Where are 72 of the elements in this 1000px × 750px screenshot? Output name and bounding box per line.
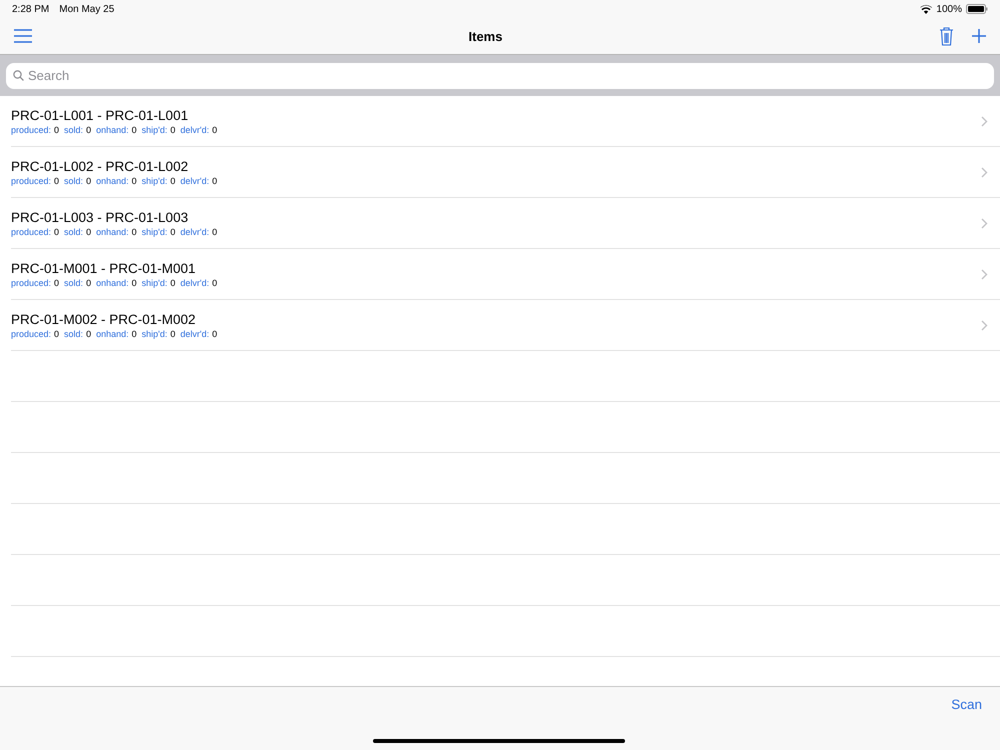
battery-percent: 100% (936, 4, 962, 14)
stat-value: 0 (132, 278, 137, 288)
stat-label: produced: (11, 226, 52, 236)
stat-value: 0 (170, 176, 176, 186)
stat-value: 0 (54, 226, 60, 236)
stat-label: delvr'd: (180, 328, 210, 338)
stat-value: 0 (86, 226, 92, 236)
battery-icon (966, 4, 988, 14)
stat-label: onhand: (96, 328, 129, 338)
stat-value: 0 (132, 176, 137, 186)
item-title[interactable]: PRC-01-M001 - PRC-01-M001 (11, 260, 218, 276)
stat-value: 0 (54, 124, 60, 134)
stat-label: produced: (11, 278, 52, 288)
menu-button[interactable] (14, 29, 32, 43)
chevron-icon (981, 166, 988, 178)
stat-label: sold: (64, 278, 84, 288)
trash-button[interactable] (939, 26, 954, 46)
stat-label: produced: (11, 124, 52, 134)
stat-value: 0 (132, 226, 137, 236)
stat-value: 0 (86, 176, 92, 186)
nav-title: Items (468, 28, 502, 44)
add-button[interactable] (972, 29, 986, 43)
stat-label: onhand: (96, 124, 129, 134)
stat-value: 0 (54, 328, 60, 338)
stat-label: sold: (64, 226, 84, 236)
status-time: 2:28 PM (12, 4, 50, 14)
stat-label: ship'd: (142, 176, 168, 186)
stat-value: 0 (86, 278, 92, 288)
stat-value: 0 (212, 328, 218, 338)
stat-value: 0 (132, 124, 137, 134)
stat-value: 0 (170, 226, 176, 236)
search-field[interactable]: Search (6, 62, 994, 88)
item-title[interactable]: PRC-01-L001 - PRC-01-L001 (11, 108, 218, 122)
wifi-icon (920, 4, 932, 14)
stat-label: onhand: (96, 176, 129, 186)
stat-value: 0 (170, 124, 176, 134)
stat-value: 0 (86, 124, 92, 134)
stat-value: 0 (170, 328, 176, 338)
stat-value: 0 (86, 328, 92, 338)
chevron-icon (981, 116, 988, 126)
stat-label: ship'd: (142, 328, 168, 338)
chevron-icon (981, 218, 988, 228)
stat-value: 0 (212, 226, 218, 236)
chevron-icon (981, 320, 988, 330)
stat-label: onhand: (96, 278, 129, 288)
stat-value: 0 (54, 176, 60, 186)
scan-button[interactable]: Scan (951, 697, 982, 712)
stat-value: 0 (212, 176, 218, 186)
stat-label: ship'd: (142, 124, 168, 134)
stat-label: delvr'd: (180, 176, 210, 186)
stat-label: delvr'd: (180, 226, 210, 236)
stat-label: ship'd: (142, 278, 168, 288)
item-title[interactable]: PRC-01-L002 - PRC-01-L002 (11, 158, 218, 174)
stat-value: 0 (54, 278, 60, 288)
stat-label: sold: (64, 328, 84, 338)
stat-label: ship'd: (142, 226, 168, 236)
stat-label: delvr'd: (180, 278, 210, 288)
stat-label: sold: (64, 124, 84, 134)
chevron-icon (981, 268, 988, 280)
status-date: Mon May 25 (59, 4, 114, 14)
stat-label: produced: (11, 176, 52, 186)
search-icon (13, 70, 24, 81)
stat-label: delvr'd: (180, 124, 210, 134)
stat-value: 0 (212, 278, 218, 288)
stat-label: produced: (11, 328, 52, 338)
stat-value: 0 (132, 328, 137, 338)
item-title[interactable]: PRC-01-L003 - PRC-01-L003 (11, 210, 218, 224)
stat-label: sold: (64, 176, 84, 186)
item-title[interactable]: PRC-01-M002 - PRC-01-M002 (11, 312, 218, 326)
stat-value: 0 (212, 124, 218, 134)
stat-value: 0 (170, 278, 176, 288)
stat-label: onhand: (96, 226, 129, 236)
